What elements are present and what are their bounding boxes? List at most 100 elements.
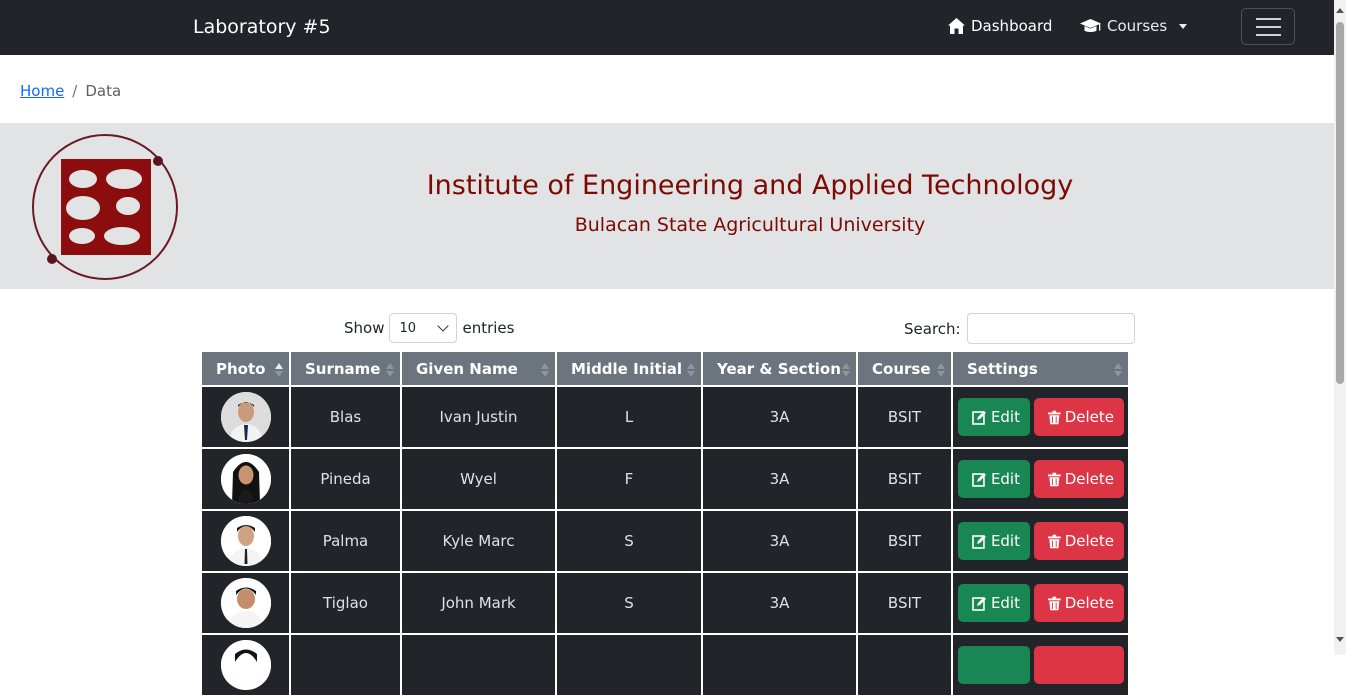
edit-button[interactable]: Edit [958,398,1030,436]
given-name-cell: Wyel [400,447,557,511]
house-icon [948,18,965,34]
column-header-photo[interactable]: Photo [200,350,291,387]
avatar [220,392,271,442]
breadcrumb-separator: / [72,82,78,100]
edit-button[interactable]: Edit [958,522,1030,560]
edit-label: Edit [990,408,1020,426]
edit-label: Edit [990,532,1020,550]
students-table: Photo Surname Given Name Middle Initial … [200,350,1130,697]
nav-courses-dropdown[interactable]: Courses [1080,17,1188,35]
search-label: Search: [904,319,961,338]
edit-label: Edit [990,594,1020,612]
column-header-label: Course [872,359,931,378]
delete-label: Delete [1064,594,1114,612]
course-cell: BSIT [856,571,953,635]
breadcrumb-current: Data [85,82,122,100]
sort-icon [386,363,395,377]
institute-title: Institute of Engineering and Applied Tec… [426,170,1074,201]
delete-label: Delete [1064,532,1114,550]
nav-dashboard-link[interactable]: Dashboard [948,17,1052,35]
given-name-cell [400,633,557,697]
settings-cell: Edit Delete [951,447,1130,511]
navbar-brand[interactable]: Laboratory #5 [193,16,331,38]
page-scrollbar[interactable] [1334,0,1346,655]
breadcrumb: Home / Data [20,82,121,100]
edit-button[interactable] [958,646,1030,684]
middle-initial-cell: S [555,509,703,573]
entries-select[interactable]: 10 [389,313,458,343]
trash-icon [1048,472,1061,486]
column-header-label: Surname [305,359,381,378]
trash-icon [1048,410,1061,424]
photo-cell [200,385,291,449]
column-header-given-name[interactable]: Given Name [400,350,557,387]
delete-button[interactable]: Delete [1034,522,1124,560]
edit-button[interactable]: Edit [958,460,1030,498]
edit-icon [972,472,986,487]
edit-icon [972,596,986,611]
delete-button[interactable]: Delete [1034,398,1124,436]
scrollbar-thumb[interactable] [1336,22,1344,384]
middle-initial-cell: S [555,571,703,635]
hamburger-line [1255,33,1281,36]
caret-down-icon [1179,24,1188,29]
middle-initial-cell: F [555,447,703,511]
top-navbar: Laboratory #5 Dashboard Courses [0,0,1334,55]
year-section-cell: 3A [701,509,858,573]
navbar-toggler-button[interactable] [1241,8,1295,45]
surname-cell: Tiglao [289,571,402,635]
settings-cell: Edit Delete [951,385,1130,449]
edit-label: Edit [990,470,1020,488]
column-header-year-section[interactable]: Year & Section [701,350,858,387]
given-name-cell: John Mark [400,571,557,635]
photo-cell [200,571,291,635]
delete-button[interactable]: Delete [1034,460,1124,498]
entries-select-value: 10 [399,320,417,336]
table-row: Tiglao John Mark S 3A BSIT Edit Delete [200,571,1130,635]
table-header-row: Photo Surname Given Name Middle Initial … [200,350,1130,387]
sort-icon [1114,363,1123,377]
trash-icon [1048,534,1061,548]
year-section-cell: 3A [701,571,858,635]
settings-cell: Edit Delete [951,571,1130,635]
delete-label: Delete [1064,408,1114,426]
chevron-down-icon [437,320,450,332]
scroll-up-arrow-icon[interactable] [1336,8,1344,13]
table-row [200,633,1130,697]
trash-icon [1048,596,1061,610]
column-header-middle-initial[interactable]: Middle Initial [555,350,703,387]
delete-button[interactable] [1034,646,1124,684]
column-header-label: Settings [967,359,1038,378]
settings-cell: Edit Delete [951,509,1130,573]
sort-icon [842,363,851,377]
university-subtitle: Bulacan State Agricultural University [574,214,926,236]
delete-button[interactable]: Delete [1034,584,1124,622]
surname-cell [289,633,402,697]
course-cell: BSIT [856,447,953,511]
photo-cell [200,633,291,697]
column-header-label: Year & Section [717,359,841,378]
avatar [220,516,271,566]
course-cell [856,633,953,697]
middle-initial-cell: L [555,385,703,449]
column-header-label: Middle Initial [571,359,683,378]
delete-label: Delete [1064,470,1114,488]
edit-button[interactable]: Edit [958,584,1030,622]
column-header-surname[interactable]: Surname [289,350,402,387]
university-logo [32,134,178,280]
breadcrumb-home-link[interactable]: Home [20,82,64,100]
table-row: Blas Ivan Justin L 3A BSIT Edit Delete [200,385,1130,449]
avatar [220,640,271,690]
course-cell: BSIT [856,385,953,449]
sort-ascending-icon [275,363,284,377]
middle-initial-cell [555,633,703,697]
entries-label: entries [462,319,515,337]
search-input[interactable] [966,313,1135,344]
avatar [220,578,271,628]
scroll-down-arrow-icon[interactable] [1336,637,1344,642]
column-header-course[interactable]: Course [856,350,953,387]
show-entries-control: Show 10 entries [344,313,514,343]
column-header-label: Photo [216,359,266,378]
column-header-settings[interactable]: Settings [951,350,1130,387]
surname-cell: Blas [289,385,402,449]
